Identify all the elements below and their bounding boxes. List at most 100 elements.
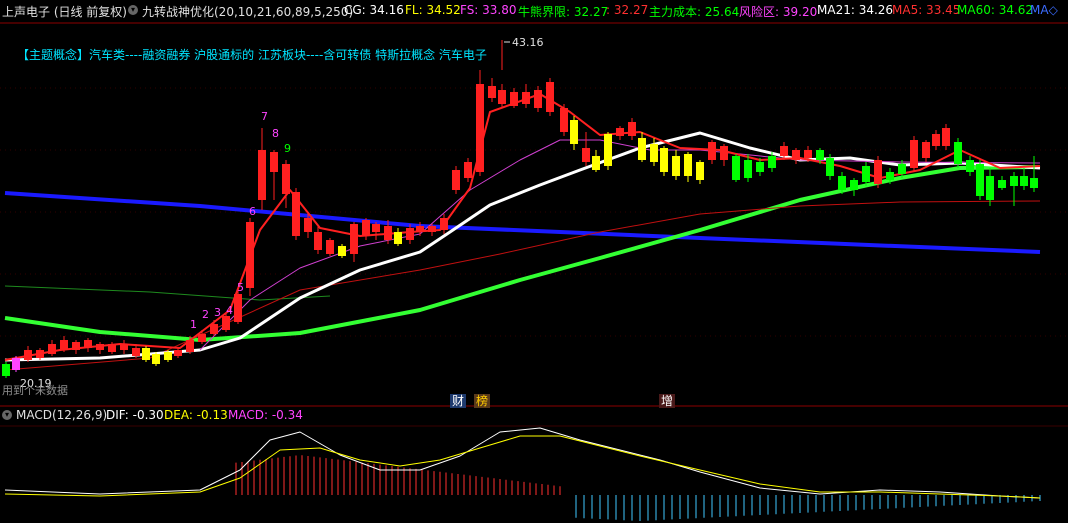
candle-body xyxy=(488,86,496,98)
candle-body xyxy=(922,142,930,158)
macd-dea-line xyxy=(4,435,1041,499)
candle-body xyxy=(210,324,218,334)
candle-body xyxy=(428,226,436,232)
candle-body xyxy=(132,348,140,356)
indicator-value-ma-more[interactable]: MA◇ xyxy=(1030,3,1058,17)
candle-body xyxy=(258,150,266,200)
candle-body xyxy=(326,240,334,254)
candle-body xyxy=(986,176,994,200)
indicator-value-cg: CG: 34.16 xyxy=(344,3,404,17)
indicator-value-ma60: MA60: 34.62 xyxy=(957,3,1034,17)
candle-body xyxy=(394,232,402,244)
candle-body xyxy=(174,350,182,356)
settings-icon[interactable]: ▾ xyxy=(2,410,12,420)
nine-turn-label: 5 xyxy=(237,281,244,294)
candle-body xyxy=(96,344,104,350)
kline-chart[interactable] xyxy=(0,0,1068,523)
concept-text: 【主题概念】汽车类----融资融券 沪股通标的 江苏板块----含可转债 特斯拉… xyxy=(17,48,487,62)
candle-body xyxy=(660,148,668,172)
candle-body xyxy=(638,138,646,160)
candle-body xyxy=(534,90,542,108)
candle-body xyxy=(270,152,278,172)
indicator-value-bull-bear: 牛熊界限: 32.27 xyxy=(518,5,609,19)
candle-body xyxy=(732,156,740,180)
candle-body xyxy=(966,160,974,172)
candle-body xyxy=(362,220,370,236)
nine-turn-label: 7 xyxy=(261,110,268,123)
event-tag-increase[interactable]: 增 xyxy=(659,394,676,408)
candle-body xyxy=(304,218,312,232)
candle-body xyxy=(198,334,206,342)
candle-body xyxy=(440,218,448,230)
event-tag-finance[interactable]: 财 xyxy=(450,394,467,408)
indicator-value-ma5: MA5: 33.45 xyxy=(892,3,961,17)
candle-body xyxy=(826,158,834,176)
indicator-value-fl: FL: 34.52 xyxy=(405,3,461,17)
nine-turn-label: 8 xyxy=(272,127,279,140)
candle-body xyxy=(898,164,906,174)
candle-body xyxy=(804,150,812,158)
ma-blue-line xyxy=(4,191,1041,254)
candle-body xyxy=(372,224,380,232)
candle-body xyxy=(452,170,460,190)
macd-header: ▾ MACD(12,26,9) DIF: -0.30 DEA: -0.13 MA… xyxy=(0,408,1068,424)
candle-body xyxy=(976,164,984,196)
candle-body xyxy=(954,142,962,164)
candle-body xyxy=(498,90,506,104)
candle-body xyxy=(314,232,322,250)
candle-body xyxy=(910,140,918,168)
nine-turn-label: 1 xyxy=(190,318,197,331)
candle-body xyxy=(186,340,194,352)
indicator-value-risk: 风险区: 39.20 xyxy=(739,5,818,19)
indicator-value-line: : 32.27 xyxy=(606,3,649,17)
candle-body xyxy=(792,150,800,160)
nine-turn-label: 9 xyxy=(284,142,291,155)
candle-body xyxy=(1020,176,1028,186)
candle-body xyxy=(60,340,68,350)
candle-body xyxy=(338,246,346,256)
candle-body xyxy=(522,92,530,104)
candle-body xyxy=(570,120,578,144)
high-price-label: 43.16 xyxy=(512,36,544,49)
candle-body xyxy=(24,350,32,360)
candle-body xyxy=(650,144,658,162)
candle-body xyxy=(816,150,824,160)
candle-body xyxy=(874,160,882,184)
stock-title[interactable]: 上声电子 (日线 前复权) xyxy=(2,3,127,20)
indicator-value-ma21: MA21: 34.26 xyxy=(817,3,894,17)
candle-body xyxy=(886,172,894,180)
candle-body xyxy=(406,228,414,240)
candle-body xyxy=(384,226,392,240)
candle-body xyxy=(1010,176,1018,186)
indicator-name[interactable]: 九转战神优化(20,10,21,60,89,5,250) xyxy=(142,3,353,20)
candle-body xyxy=(234,294,242,322)
candle-body xyxy=(684,154,692,176)
candle-body xyxy=(84,340,92,348)
event-tag-ranking[interactable]: 榜 xyxy=(474,394,491,408)
candle-body xyxy=(592,156,600,170)
settings-icon[interactable]: ▾ xyxy=(128,5,138,15)
candle-body xyxy=(246,222,254,288)
ma-red-long-line xyxy=(4,200,1041,371)
candle-body xyxy=(696,162,704,180)
candle-body xyxy=(998,180,1006,188)
candle-body xyxy=(560,108,568,132)
nine-turn-label: 3 xyxy=(214,306,221,319)
candle-body xyxy=(72,342,80,350)
candle-body xyxy=(152,354,160,364)
macd-value: MACD: -0.34 xyxy=(228,408,303,422)
candle-body xyxy=(744,160,752,178)
candle-body xyxy=(142,348,150,360)
macd-name[interactable]: MACD(12,26,9) xyxy=(16,408,107,422)
nine-turn-label: 2 xyxy=(202,308,209,321)
candle-body xyxy=(292,192,300,236)
macd-dea: DEA: -0.13 xyxy=(164,408,228,422)
ma5-red-line xyxy=(4,93,1041,361)
candle-body xyxy=(756,162,764,172)
candle-body xyxy=(36,350,44,358)
candle-body xyxy=(708,142,716,160)
macd-dif: DIF: -0.30 xyxy=(106,408,164,422)
candle-body xyxy=(222,316,230,330)
candle-body xyxy=(628,122,636,136)
nine-turn-label: 4 xyxy=(226,304,233,317)
